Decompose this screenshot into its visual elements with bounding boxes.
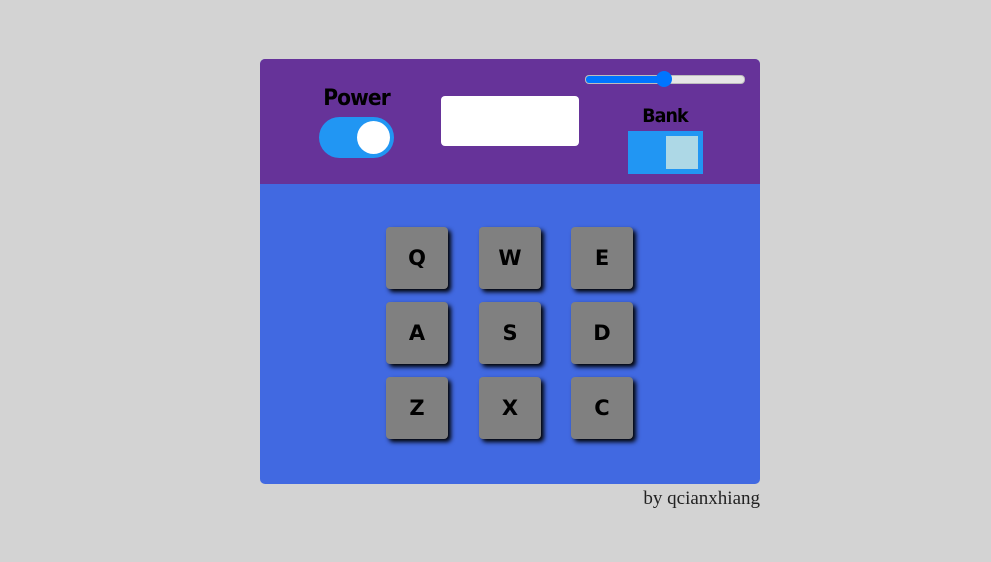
drum-pad-grid: Q W E A S D Z X C bbox=[386, 227, 636, 442]
control-panel: Power Bank bbox=[260, 59, 760, 184]
drum-pad-w[interactable]: W bbox=[479, 227, 541, 289]
power-toggle[interactable] bbox=[319, 117, 394, 158]
sound-display bbox=[441, 96, 579, 146]
drum-pad-e[interactable]: E bbox=[571, 227, 633, 289]
drum-pad-s[interactable]: S bbox=[479, 302, 541, 364]
drum-pad-c[interactable]: C bbox=[571, 377, 633, 439]
drum-pad-q[interactable]: Q bbox=[386, 227, 448, 289]
drum-pad-a[interactable]: A bbox=[386, 302, 448, 364]
volume-thumb[interactable] bbox=[656, 71, 672, 87]
power-label: Power bbox=[323, 86, 390, 111]
bank-toggle-knob bbox=[665, 136, 698, 169]
volume-slider[interactable] bbox=[585, 71, 745, 87]
bank-toggle[interactable] bbox=[627, 131, 703, 174]
power-control: Power bbox=[317, 85, 396, 158]
bank-label: Bank bbox=[642, 105, 688, 127]
bank-control: Bank bbox=[626, 105, 704, 174]
author-credit: by qcianxhiang bbox=[643, 488, 760, 509]
drum-pad-d[interactable]: D bbox=[571, 302, 633, 364]
drum-machine: Power Bank Q W E A S D Z X C bbox=[260, 59, 760, 484]
power-toggle-knob bbox=[357, 121, 390, 154]
volume-fill bbox=[586, 76, 665, 83]
drum-pad-z[interactable]: Z bbox=[386, 377, 448, 439]
drum-pad-x[interactable]: X bbox=[479, 377, 541, 439]
